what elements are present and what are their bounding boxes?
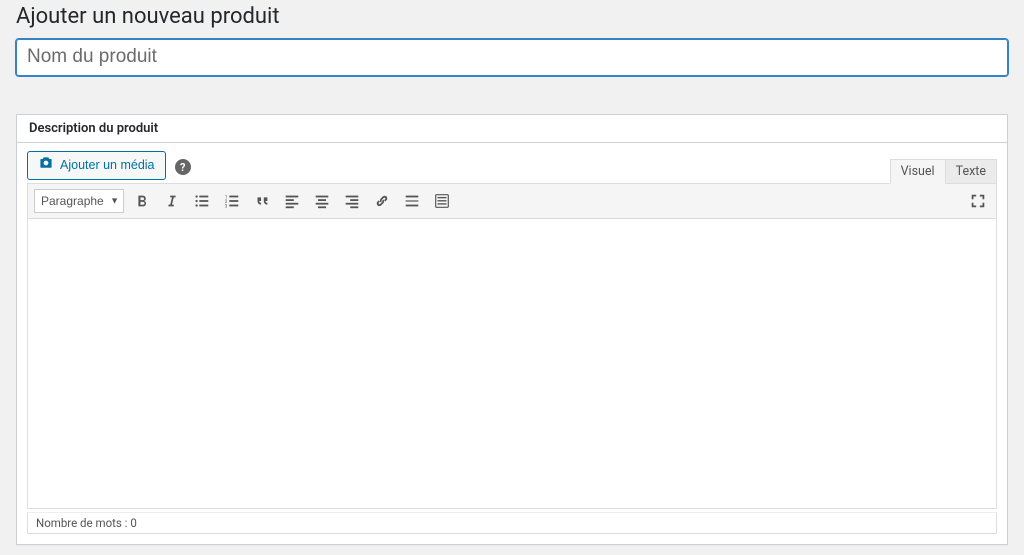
read-more-button[interactable]	[400, 189, 424, 213]
align-right-button[interactable]	[340, 189, 364, 213]
editor-toolbar: Paragraphe ▼ 123	[27, 183, 997, 219]
description-editor[interactable]	[27, 219, 997, 509]
svg-text:3: 3	[225, 203, 228, 209]
description-heading: Description du produit	[29, 121, 995, 136]
toolbar-toggle-button[interactable]	[430, 189, 454, 213]
add-media-label: Ajouter un média	[60, 157, 155, 175]
italic-button[interactable]	[160, 189, 184, 213]
format-select[interactable]: Paragraphe	[34, 189, 124, 213]
tab-text[interactable]: Texte	[945, 159, 997, 184]
editor-tabs: Visuel Texte	[891, 159, 997, 184]
word-count-label: Nombre de mots :	[36, 516, 130, 530]
media-icon	[38, 155, 54, 177]
numbered-list-button[interactable]: 123	[220, 189, 244, 213]
bullet-list-button[interactable]	[190, 189, 214, 213]
link-button[interactable]	[370, 189, 394, 213]
align-left-button[interactable]	[280, 189, 304, 213]
description-postbox: Description du produit Ajouter un média …	[16, 114, 1008, 545]
fullscreen-button[interactable]	[966, 189, 990, 213]
help-icon[interactable]: ?	[175, 159, 191, 175]
align-center-button[interactable]	[310, 189, 334, 213]
word-count-value: 0	[130, 516, 136, 530]
add-media-button[interactable]: Ajouter un média	[27, 151, 166, 181]
page-title: Ajouter un nouveau produit	[16, 4, 1008, 29]
description-header: Description du produit	[17, 115, 1007, 143]
blockquote-button[interactable]	[250, 189, 274, 213]
word-count-status: Nombre de mots : 0	[27, 512, 997, 534]
tab-visual[interactable]: Visuel	[890, 159, 946, 184]
bold-button[interactable]	[130, 189, 154, 213]
product-name-input[interactable]	[16, 39, 1008, 76]
